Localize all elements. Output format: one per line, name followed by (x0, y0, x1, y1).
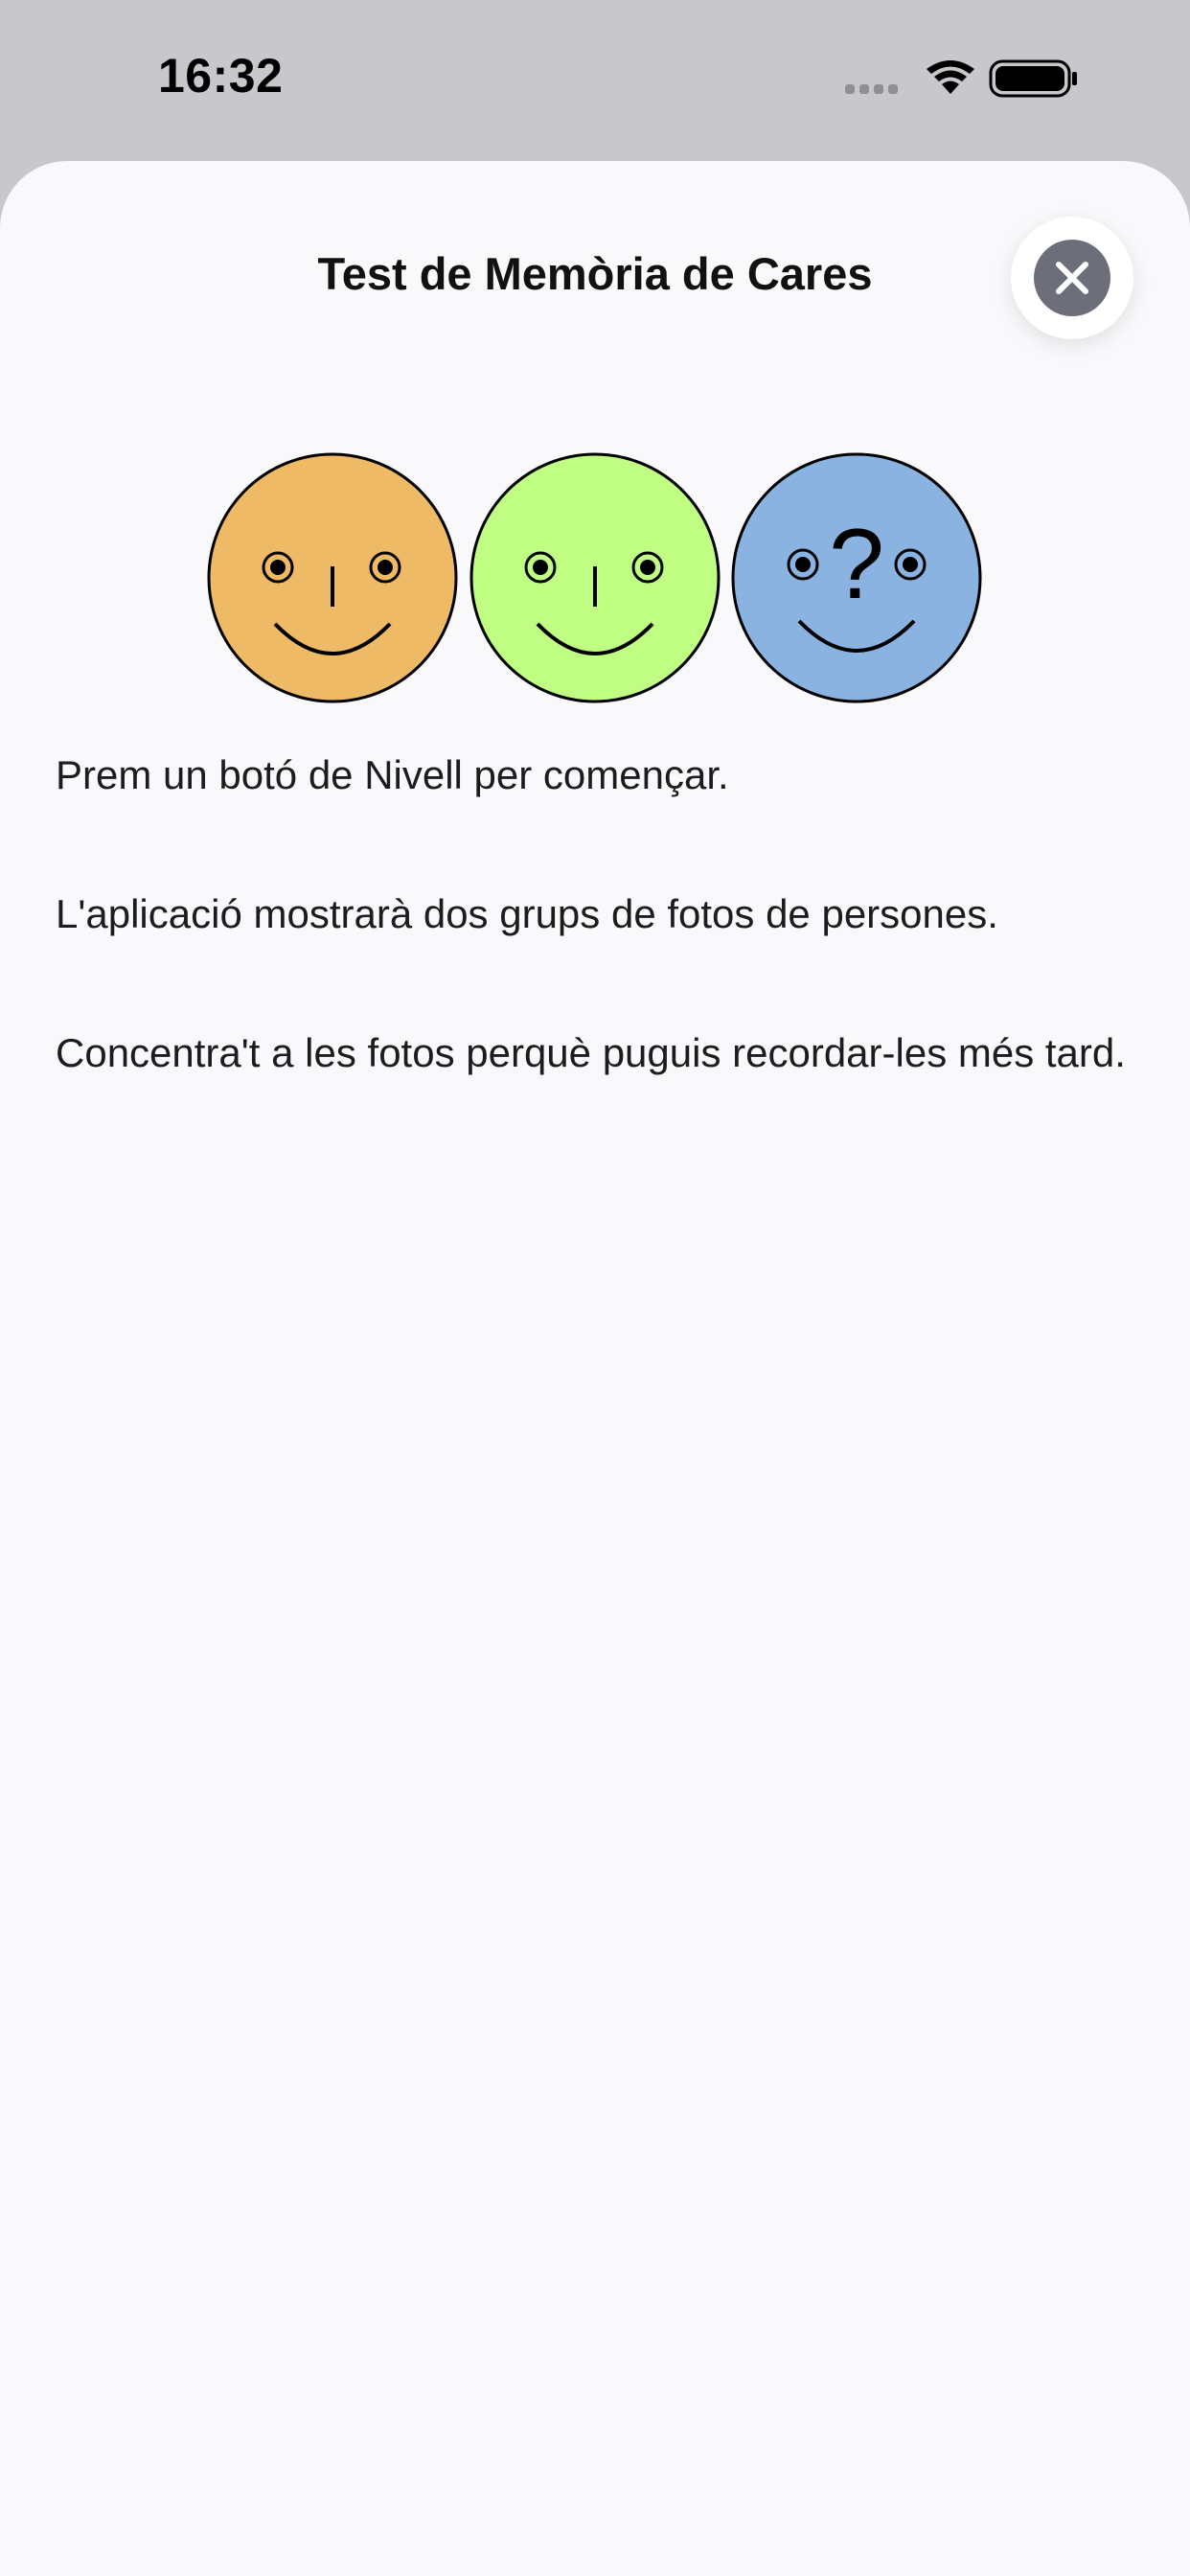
status-time: 16:32 (158, 49, 284, 103)
instruction-paragraph-3: Concentra't a les fotos perquè puguis re… (56, 1030, 1126, 1075)
close-icon (1056, 262, 1088, 294)
battery-icon (989, 59, 1077, 98)
smiley-face-orange-icon (207, 452, 458, 703)
instruction-paragraph-1: Prem un botó de Nivell per començar. (56, 752, 729, 797)
question-mark: ? (829, 509, 884, 620)
wifi-icon (927, 60, 974, 94)
question-face-blue-icon: ? (731, 452, 982, 703)
status-bar: 16:32 (0, 0, 1190, 163)
modal-sheet: Test de Memòria de Cares ? Prem un botó … (0, 161, 1190, 2576)
faces-illustration: ? (207, 452, 982, 703)
instruction-paragraph-2: L'aplicació mostrarà dos grups de fotos … (56, 891, 998, 936)
smiley-face-green-icon (469, 452, 721, 703)
status-icons (845, 59, 1077, 98)
signal-dots-icon (845, 84, 898, 94)
close-button-container (1011, 217, 1133, 339)
close-button[interactable] (1034, 240, 1110, 316)
